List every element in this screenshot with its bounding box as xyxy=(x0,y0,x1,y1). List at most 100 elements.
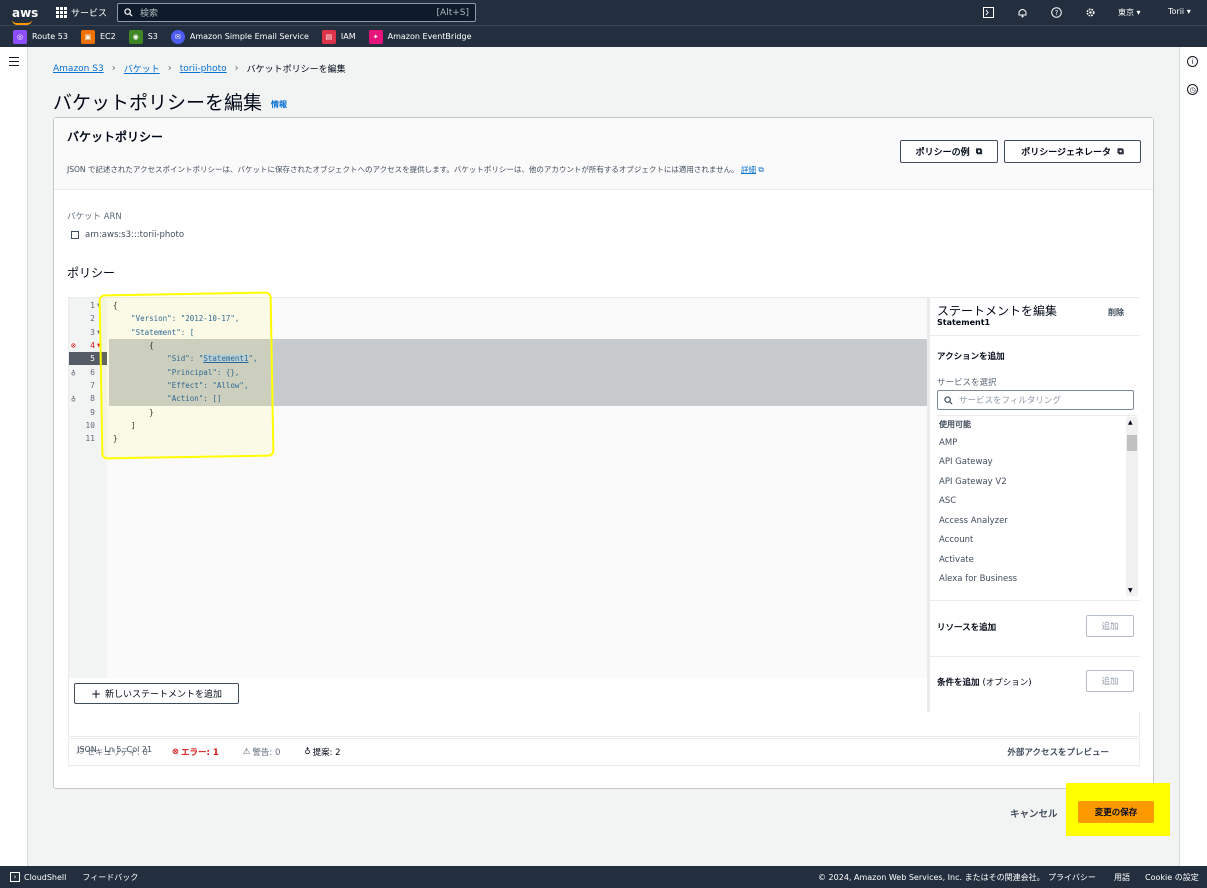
info-panel-icon[interactable]: i xyxy=(1187,56,1198,67)
service-option[interactable]: ASC xyxy=(937,492,1141,512)
chevron-right-icon: › xyxy=(111,63,116,74)
iam-icon: ▤ xyxy=(321,29,336,44)
aws-logo[interactable]: aws xyxy=(0,7,46,25)
security-count[interactable]: ⛉ セキュリティ: 0 xyxy=(78,746,160,758)
cloudshell-link[interactable]: › CloudShell xyxy=(10,872,66,882)
optional-label: (オプション) xyxy=(982,678,1032,688)
cancel-button[interactable]: キャンセル xyxy=(1010,806,1058,820)
scrollbar-thumb[interactable] xyxy=(1127,435,1137,451)
delete-statement-button[interactable]: 削除 xyxy=(1108,307,1124,318)
suggestion-count[interactable]: ♁ 提案: 2 xyxy=(304,746,352,758)
warning-count[interactable]: ⚠ 警告: 0 xyxy=(243,746,293,758)
policy-heading: ポリシー xyxy=(67,266,116,280)
info-link[interactable]: 情報 xyxy=(271,99,287,110)
service-list-scrollbar[interactable]: ▲ ▼ xyxy=(1126,417,1138,596)
search-input[interactable]: 検索 [Alt+S] xyxy=(117,3,476,22)
privacy-link[interactable]: プライバシー xyxy=(1048,872,1096,883)
favorite-route53[interactable]: ◎ Route 53 xyxy=(13,29,68,44)
route53-icon: ◎ xyxy=(13,29,27,44)
search-icon xyxy=(944,395,953,405)
line-number-text: 10 xyxy=(85,421,95,430)
service-option[interactable]: Access Analyzer xyxy=(937,511,1141,531)
security-text: セキュリティ: 0 xyxy=(86,748,148,758)
service-option[interactable]: Alexa for Business xyxy=(937,570,1141,590)
filter-placeholder: サービスをフィルタリング xyxy=(959,396,1061,406)
external-link-icon: ⧉ xyxy=(1117,146,1124,157)
error-icon: ⊗ xyxy=(171,747,179,757)
right-tools-rail xyxy=(1179,47,1207,866)
copy-icon[interactable] xyxy=(71,231,79,239)
service-option[interactable]: Activate xyxy=(937,550,1141,570)
service-option[interactable]: API Gateway xyxy=(937,453,1141,473)
policy-examples-button[interactable]: ポリシーの例 ⧉ xyxy=(900,140,998,163)
policy-generator-button[interactable]: ポリシージェネレータ ⧉ xyxy=(1004,140,1141,163)
detail-link[interactable]: 詳細 xyxy=(741,165,756,174)
chevron-right-icon: › xyxy=(234,63,239,74)
bell-icon[interactable] xyxy=(1014,4,1030,20)
gear-icon[interactable] xyxy=(1082,4,1098,20)
button-label: ポリシージェネレータ xyxy=(1021,148,1112,158)
lightbulb-icon: ♁ xyxy=(71,368,76,377)
add-condition-button[interactable]: 追加 xyxy=(1086,670,1134,692)
section-title: バケットポリシー xyxy=(67,130,164,144)
service-option[interactable]: AMP xyxy=(937,433,1141,453)
favorite-ec2[interactable]: ▣ EC2 xyxy=(80,29,116,44)
user-menu[interactable]: Torii ▾ xyxy=(1168,7,1191,16)
bucket-arn-value: arn:aws:s3:::torii-photo xyxy=(71,230,184,240)
feedback-panel-icon[interactable]: ◷ xyxy=(1187,84,1198,95)
scroll-up-icon[interactable]: ▲ xyxy=(1128,419,1133,426)
line-number-text: 1 xyxy=(90,301,95,310)
favorites-bar: ◎ Route 53 ▣ EC2 ◉ S3 ✉ Amazon Simple Email … xyxy=(0,25,1207,47)
favorite-s3[interactable]: ◉ S3 xyxy=(128,29,158,44)
terms-link[interactable]: 用語 xyxy=(1114,872,1130,883)
line-number-text: 11 xyxy=(85,434,95,443)
suggestion-text: 提案: 2 xyxy=(312,748,341,758)
region-selector[interactable]: 東京 ▾ xyxy=(1118,7,1141,18)
line-number-text: 4 xyxy=(90,341,95,350)
save-changes-button[interactable]: 変更の保存 xyxy=(1078,801,1154,823)
breadcrumb-amazon-s3[interactable]: Amazon S3 xyxy=(53,64,104,74)
warning-text: 警告: 0 xyxy=(252,748,281,758)
favorite-label: Route 53 xyxy=(32,32,68,41)
line-number-text: 2 xyxy=(90,314,95,323)
add-statement-button[interactable]: + 新しいステートメントを追加 xyxy=(74,683,239,704)
hamburger-menu-icon[interactable] xyxy=(9,57,19,69)
breadcrumb-buckets[interactable]: バケット xyxy=(124,62,160,75)
panel-title: ステートメントを編集 xyxy=(937,304,1058,318)
preview-external-access-button[interactable]: 外部アクセスをプレビュー xyxy=(1007,746,1109,758)
favorite-ses[interactable]: ✉ Amazon Simple Email Service xyxy=(170,29,309,44)
section-description: JSON で記述されたアクセスポイントポリシーは、バケットに保存されたオブジェク… xyxy=(67,164,764,175)
feedback-link[interactable]: フィードバック xyxy=(82,872,138,883)
favorite-label: S3 xyxy=(147,32,158,41)
error-text: エラー: 1 xyxy=(180,748,219,758)
favorite-eventbridge[interactable]: ✦ Amazon EventBridge xyxy=(368,29,472,44)
service-option[interactable]: API Gateway V2 xyxy=(937,472,1141,492)
scroll-down-icon[interactable]: ▼ xyxy=(1128,587,1133,594)
error-count[interactable]: ⊗ エラー: 1 xyxy=(172,746,231,758)
add-condition-label: 条件を追加 xyxy=(937,678,980,688)
external-link-icon: ⧉ xyxy=(975,146,983,157)
line-number-text: 9 xyxy=(90,408,95,417)
service-option[interactable]: Account xyxy=(937,531,1141,551)
shield-icon: ⛉ xyxy=(78,747,85,757)
terminal-icon: › xyxy=(10,872,20,882)
favorite-iam[interactable]: ▤ IAM xyxy=(321,29,356,44)
arn-text: arn:aws:s3:::torii-photo xyxy=(85,230,185,240)
breadcrumb-bucket[interactable]: torii-photo xyxy=(180,64,227,74)
warning-icon: ⚠ xyxy=(242,747,251,757)
add-resource-button[interactable]: 追加 xyxy=(1086,615,1134,637)
help-icon[interactable]: ? xyxy=(1048,4,1064,20)
search-shortcut: [Alt+S] xyxy=(436,7,469,18)
services-label: サービス xyxy=(71,9,108,19)
services-menu[interactable]: サービス xyxy=(46,6,107,19)
cloudshell-label: CloudShell xyxy=(24,872,67,882)
ec2-icon: ▣ xyxy=(80,29,95,44)
add-action-heading: アクションを追加 xyxy=(937,352,1005,362)
favorite-label: EC2 xyxy=(99,32,116,41)
service-filter-input[interactable]: サービスをフィルタリング xyxy=(937,390,1134,410)
line-number-text: 7 xyxy=(90,381,95,390)
search-placeholder: 検索 xyxy=(140,9,159,19)
cookie-settings-link[interactable]: Cookie の設定 xyxy=(1145,872,1199,883)
annotation-highlight xyxy=(98,291,275,460)
cloudshell-icon[interactable] xyxy=(980,4,996,20)
